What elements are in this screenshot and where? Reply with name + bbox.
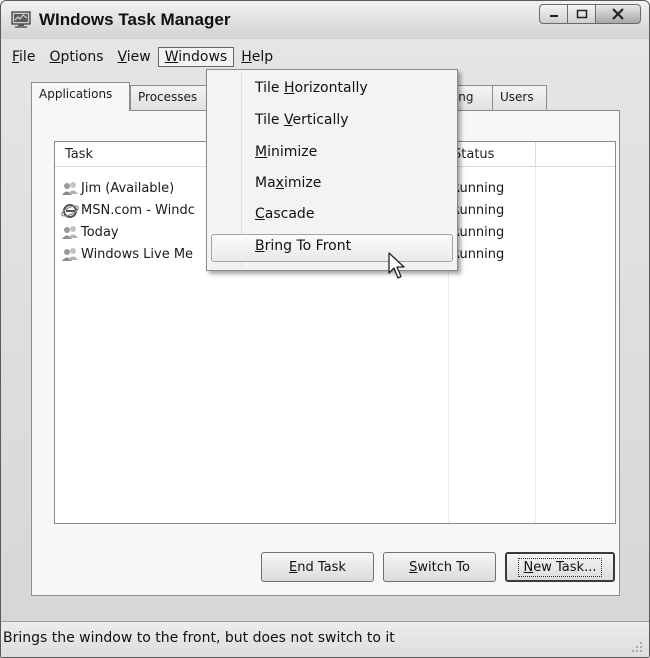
task-status: Running [451, 203, 505, 218]
status-text: Brings the window to the front, but does… [3, 630, 395, 646]
task-status: Running [451, 225, 505, 240]
menu-windows[interactable]: Windows [157, 47, 235, 67]
windows-menu-dropdown: Tile Horizontally Tile Vertically Minimi… [206, 69, 458, 271]
menu-options[interactable]: Options [42, 47, 110, 67]
menu-help[interactable]: Help [234, 47, 280, 67]
task-status: Running [451, 181, 505, 196]
column-header-task[interactable]: Task [65, 147, 93, 162]
minimize-icon [549, 15, 558, 17]
title-bar[interactable]: WIndows Task Manager [1, 1, 649, 39]
close-icon [612, 8, 624, 20]
window-title: WIndows Task Manager [39, 10, 231, 29]
task-status: Running [451, 247, 505, 262]
menu-item-maximize[interactable]: Maximize [211, 171, 453, 199]
task-name: MSN.com - Windc [81, 203, 195, 218]
tab-applications[interactable]: Applications [31, 82, 130, 111]
minimize-button[interactable] [539, 4, 567, 24]
new-task-button[interactable]: New Task... [505, 552, 615, 582]
menu-item-minimize[interactable]: Minimize [211, 140, 453, 168]
column-divider[interactable] [535, 142, 536, 167]
column-header-status[interactable]: Status [453, 147, 494, 162]
messenger-buddy-icon [62, 248, 78, 261]
close-button[interactable] [595, 4, 641, 24]
menu-item-bring-to-front[interactable]: Bring To Front [211, 234, 453, 262]
task-manager-window: WIndows Task Manager File Options View W… [0, 0, 650, 658]
messenger-buddy-icon [62, 182, 78, 195]
menu-item-tile-vertically[interactable]: Tile Vertically [211, 108, 453, 136]
menu-bar: File Options View Windows Help [1, 45, 649, 69]
menu-item-cascade[interactable]: Cascade [211, 202, 453, 230]
status-bar: Brings the window to the front, but does… [1, 621, 649, 657]
tab-users[interactable]: Users [492, 85, 547, 111]
messenger-buddy-icon [62, 226, 78, 239]
mouse-pointer-icon [388, 252, 405, 279]
task-name: Windows Live Me [81, 247, 194, 262]
switch-to-button[interactable]: Switch To [383, 552, 496, 582]
menu-file[interactable]: File [5, 47, 42, 67]
end-task-button[interactable]: End Task [261, 552, 374, 582]
internet-explorer-icon [61, 204, 79, 218]
task-name: Today [81, 225, 119, 240]
menu-view[interactable]: View [110, 47, 157, 67]
task-name: Jim (Available) [81, 181, 175, 196]
caption-buttons [539, 4, 641, 24]
menu-item-tile-horizontally[interactable]: Tile Horizontally [211, 76, 453, 104]
maximize-icon [576, 9, 587, 19]
task-manager-app-icon [11, 11, 31, 28]
resize-grip-icon[interactable] [631, 641, 643, 653]
maximize-button[interactable] [567, 4, 595, 24]
